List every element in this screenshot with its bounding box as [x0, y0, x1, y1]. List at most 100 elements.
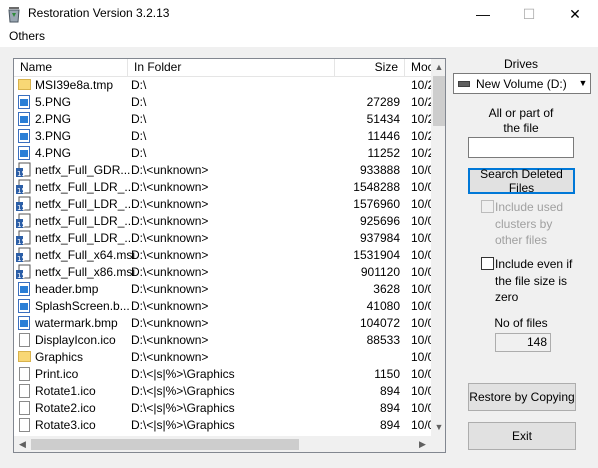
table-row[interactable]: MSI39e8a.tmp D:\ 10/2	[14, 77, 432, 94]
svg-text:15: 15	[17, 170, 26, 178]
cell-name: 3.PNG	[35, 129, 72, 143]
table-row[interactable]: DisplayIcon.ico D:\<unknown> 88533 10/0	[14, 332, 432, 349]
msi-installer-icon: 15	[16, 213, 31, 229]
table-row[interactable]: Rotate1.ico D:\<|s|%>\Graphics 894 10/0	[14, 383, 432, 400]
cell-modified: 10/2	[411, 112, 432, 126]
vertical-scrollbar[interactable]: ▲ ▼	[431, 59, 445, 436]
cell-size: 933888	[359, 163, 400, 177]
msi-installer-icon: 15	[16, 179, 31, 195]
cell-name: netfx_Full_x64.msi	[35, 248, 135, 262]
cell-folder: D:\<unknown>	[131, 231, 209, 245]
horizontal-scroll-thumb[interactable]	[31, 439, 299, 450]
cell-size: 11252	[367, 146, 400, 160]
cell-size: 1548288	[353, 180, 400, 194]
table-row[interactable]: 2.PNG D:\ 51434 10/2	[14, 111, 432, 128]
table-row[interactable]: 15 netfx_Full_x64.msi D:\<unknown> 1531904 1…	[14, 247, 432, 264]
table-row[interactable]: 15 netfx_Full_LDR_... D:\<unknown> 937984 10…	[14, 230, 432, 247]
horizontal-scrollbar[interactable]: ◀ ▶	[14, 436, 431, 452]
table-row[interactable]: SplashScreen.b...D:\<unknown> 41080 10/0	[14, 298, 432, 315]
image-file-icon	[18, 146, 30, 160]
cell-name: netfx_Full_GDR...	[35, 163, 131, 177]
cell-modified: 10/0	[411, 384, 432, 398]
column-header-size[interactable]: Size	[335, 59, 405, 77]
table-row[interactable]: 15 netfx_Full_LDR_... D:\<unknown> 1548288 1…	[14, 179, 432, 196]
vertical-scroll-thumb[interactable]	[433, 76, 445, 126]
cell-modified: 10/0	[411, 180, 432, 194]
restore-by-copying-button[interactable]: Restore by Copying	[468, 383, 576, 411]
cell-name: Rotate2.ico	[35, 401, 96, 415]
scroll-left-arrow-icon[interactable]: ◀	[14, 436, 31, 452]
chevron-down-icon[interactable]: ▼	[575, 74, 591, 93]
minimize-button[interactable]: —	[460, 0, 506, 28]
table-row[interactable]: watermark.bmp D:\<unknown> 104072 10/0	[14, 315, 432, 332]
include-zero-line2: the file size is	[495, 274, 568, 288]
cell-name: 4.PNG	[35, 146, 72, 160]
document-icon	[19, 418, 30, 432]
cell-folder: D:\<unknown>	[131, 282, 209, 296]
cell-folder: D:\<unknown>	[131, 248, 209, 262]
cell-modified: 10/2	[411, 95, 432, 109]
table-row[interactable]: Graphics D:\<unknown> 10/0	[14, 349, 432, 366]
image-file-icon	[18, 282, 30, 296]
column-header-folder[interactable]: In Folder	[128, 59, 335, 77]
scroll-down-arrow-icon[interactable]: ▼	[431, 419, 445, 436]
cell-folder: D:\	[131, 146, 147, 160]
drive-select[interactable]: New Volume (D:) ▼	[453, 73, 591, 94]
include-zero-size-checkbox[interactable]	[481, 257, 494, 270]
table-row[interactable]: 15 netfx_Full_GDR... D:\<unknown> 933888 10/…	[14, 162, 432, 179]
image-file-icon	[18, 95, 30, 109]
table-row[interactable]: 5.PNG D:\ 27289 10/2	[14, 94, 432, 111]
file-list[interactable]: Name In Folder Size Moc MSI39e8a.tmp D:\ 1…	[13, 58, 446, 453]
table-row[interactable]: 4.PNG D:\ 11252 10/2	[14, 145, 432, 162]
svg-text:15: 15	[17, 255, 26, 263]
menu-others[interactable]: Others	[9, 29, 45, 43]
svg-text:15: 15	[17, 221, 26, 229]
scroll-corner	[431, 436, 445, 452]
cell-modified: 10/0	[411, 231, 432, 245]
document-icon	[19, 384, 30, 398]
title-bar[interactable]: Restoration Version 3.2.13 — ☐ ✕	[0, 0, 598, 28]
cell-size: 41080	[366, 299, 400, 313]
scroll-right-arrow-icon[interactable]: ▶	[414, 436, 431, 452]
maximize-button[interactable]: ☐	[506, 0, 552, 28]
cell-name: header.bmp	[35, 282, 99, 296]
table-row[interactable]: 15 netfx_Full_LDR_... D:\<unknown> 925696 10…	[14, 213, 432, 230]
cell-modified: 10/0	[411, 163, 432, 177]
recycle-bin-icon	[8, 7, 20, 23]
folder-icon	[18, 79, 31, 90]
include-used-line2: clusters by	[495, 217, 553, 231]
table-row[interactable]: header.bmp D:\<unknown> 3628 10/0	[14, 281, 432, 298]
search-deleted-files-button[interactable]: Search Deleted Files	[468, 167, 575, 195]
cell-folder: D:\<|s|%>\Graphics	[131, 367, 235, 381]
column-header-name[interactable]: Name	[14, 59, 128, 77]
main-window: Restoration Version 3.2.13 — ☐ ✕ Others …	[0, 0, 598, 468]
scroll-up-arrow-icon[interactable]: ▲	[431, 59, 445, 76]
table-row[interactable]: Rotate3.ico D:\<|s|%>\Graphics 894 10/0	[14, 417, 432, 434]
table-row[interactable]: Rotate2.ico D:\<|s|%>\Graphics 894 10/0	[14, 400, 432, 417]
cell-name: netfx_Full_x86.msi	[35, 265, 135, 279]
cell-modified: 10/0	[411, 248, 432, 262]
table-row[interactable]: 3.PNG D:\ 11446 10/2	[14, 128, 432, 145]
file-name-input[interactable]	[468, 137, 574, 158]
cell-folder: D:\	[131, 112, 147, 126]
cell-size: 27289	[366, 95, 400, 109]
image-file-icon	[18, 112, 30, 126]
restore-by-copying-label: Restore by Copying	[469, 390, 575, 404]
table-row[interactable]: 15 netfx_Full_LDR_... D:\<unknown> 1576960 1…	[14, 196, 432, 213]
cell-modified: 10/0	[411, 316, 432, 330]
exit-button[interactable]: Exit	[468, 422, 576, 450]
cell-folder: D:\<unknown>	[131, 180, 209, 194]
table-row[interactable]: 15 netfx_Full_x86.msi D:\<unknown> 901120 10…	[14, 264, 432, 281]
cell-folder: D:\	[131, 129, 147, 143]
cell-size: 1150	[374, 367, 400, 381]
msi-installer-icon: 15	[16, 247, 31, 263]
cell-modified: 10/0	[411, 197, 432, 211]
window-title: Restoration Version 3.2.13	[28, 6, 170, 20]
drives-label: Drives	[504, 57, 539, 71]
cell-name: 5.PNG	[35, 95, 72, 109]
close-button[interactable]: ✕	[552, 0, 598, 28]
include-used-clusters-checkbox[interactable]	[481, 200, 494, 213]
cell-folder: D:\<unknown>	[131, 350, 209, 364]
cell-folder: D:\<|s|%>\Graphics	[131, 384, 235, 398]
table-row[interactable]: Print.ico D:\<|s|%>\Graphics 1150 10/0	[14, 366, 432, 383]
